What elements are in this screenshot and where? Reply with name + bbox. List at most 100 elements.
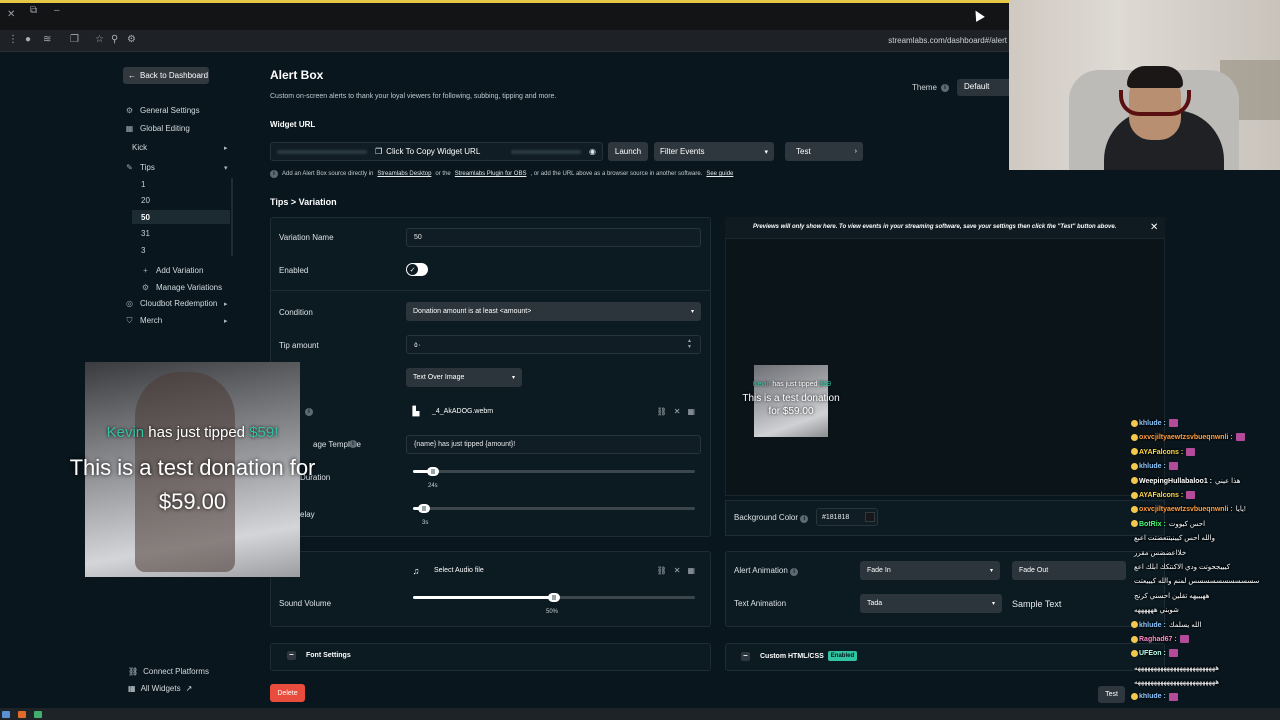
widget-url-field[interactable]: ❐ Click To Copy Widget URL ◉ <box>270 142 603 161</box>
translate-icon[interactable]: ≋ <box>43 34 51 45</box>
info-icon[interactable]: i <box>349 440 357 448</box>
chat-badge-icon <box>1131 448 1138 456</box>
slider-thumb[interactable] <box>427 467 439 476</box>
grid-icon[interactable]: ▦ <box>687 566 695 575</box>
variation-item[interactable]: 20 <box>141 196 150 205</box>
variation-item[interactable]: 31 <box>141 229 150 238</box>
condition-select[interactable]: Donation amount is at least <amount> ▾ <box>406 302 701 321</box>
info-icon[interactable]: i <box>790 568 799 576</box>
sound-volume-label: Sound Volume <box>279 599 332 608</box>
sidebar-item-merch[interactable]: ⛉ Merch <box>125 316 163 326</box>
tip-amount-input[interactable]: ٥٠ ▲ ▼ <box>406 335 701 354</box>
minimize-icon[interactable]: – <box>54 5 60 16</box>
bookmark-star-icon[interactable]: ☆ <box>95 34 104 45</box>
weather-icon[interactable] <box>18 710 26 718</box>
stepper-arrows-icon[interactable]: ▲ ▼ <box>687 338 692 350</box>
chat-emote-icon <box>1168 692 1178 701</box>
all-widgets-link[interactable]: ▦ All Widgets ↗ <box>128 684 192 693</box>
collapse-icon[interactable]: – <box>287 651 296 660</box>
copy-icon[interactable]: ❐ <box>70 34 79 45</box>
fade-out-select[interactable]: Fade Out <box>1012 561 1126 580</box>
test-dropdown-button[interactable]: Test › <box>785 142 863 161</box>
chat-username: WeepingHullabaloo1 : <box>1139 477 1212 485</box>
chevron-right-icon[interactable]: ▸ <box>224 144 228 152</box>
sound-volume-slider[interactable] <box>413 593 695 602</box>
donation-amount: $59! <box>249 424 279 441</box>
fade-in-select[interactable]: Fade In ▾ <box>860 561 1000 580</box>
menu-dots-icon[interactable]: ⋮ <box>8 34 18 45</box>
connect-platforms-label: Connect Platforms <box>143 667 209 676</box>
delete-button[interactable]: Delete <box>270 684 305 702</box>
chat-overlay: khlude : oxvcjiltyaewtzsvbueqnwnli : AYAFa… <box>1128 419 1280 709</box>
info-icon[interactable]: i <box>305 408 313 416</box>
add-variation-button[interactable]: + Add Variation <box>141 266 203 275</box>
manage-variations-button[interactable]: ⚙ Manage Variations <box>141 283 222 292</box>
duration-slider[interactable] <box>413 467 695 476</box>
extensions-icon[interactable]: ⚙ <box>127 34 136 45</box>
text-animation-select[interactable]: Tada ▾ <box>860 594 1002 613</box>
enabled-toggle[interactable]: ✓ <box>406 263 428 276</box>
sidebar-item-kick[interactable]: Kick <box>132 143 147 152</box>
profile-icon[interactable]: ● <box>25 34 31 45</box>
delay-slider[interactable] <box>413 504 695 513</box>
slider-thumb[interactable] <box>418 504 430 513</box>
sidebar-item-general-settings[interactable]: ⚙ General Settings <box>125 106 200 115</box>
info-icon[interactable]: i <box>800 515 809 523</box>
start-icon[interactable] <box>2 710 10 718</box>
grid-icon: ▦ <box>125 124 134 133</box>
copy-widget-url-button[interactable]: ❐ Click To Copy Widget URL <box>375 147 480 156</box>
restore-icon[interactable]: ⧉ <box>30 5 37 16</box>
delay-value: 3s <box>422 520 429 526</box>
address-bar[interactable]: streamlabs.com/dashboard#/alert <box>888 36 1007 45</box>
sidebar-item-global-editing[interactable]: ▦ Global Editing <box>125 124 190 133</box>
app-icon[interactable] <box>34 710 42 718</box>
variations-scroll-rail[interactable] <box>231 178 233 256</box>
image-file-row[interactable]: ▙ _4_AkADOG.webm ⛓ ✕ ▦ <box>406 402 701 421</box>
variation-name-input[interactable]: 50 <box>406 228 701 247</box>
font-settings-header[interactable]: – Font Settings <box>287 651 351 660</box>
chat-badge-icon <box>1131 491 1138 499</box>
grid-icon[interactable]: ▦ <box>687 407 695 416</box>
obs-plugin-link[interactable]: Streamlabs Plugin for OBS <box>455 171 527 177</box>
message-mid: has just tipped <box>144 424 250 441</box>
chevron-right-icon[interactable]: ▸ <box>224 317 228 325</box>
streamlabs-desktop-link[interactable]: Streamlabs Desktop <box>377 171 431 177</box>
close-icon[interactable]: ✕ <box>674 407 681 416</box>
page-title: Alert Box <box>270 68 324 82</box>
test-button[interactable]: Test <box>1098 686 1125 703</box>
webcam-headset <box>1119 90 1191 116</box>
layout-select[interactable]: Text Over Image ▾ <box>406 368 522 387</box>
launch-button[interactable]: Launch <box>608 142 648 161</box>
sidebar-item-tips[interactable]: ✎ Tips <box>125 163 155 172</box>
eye-icon[interactable]: ◉ <box>589 147 596 156</box>
theme-select[interactable]: Default <box>957 79 1009 96</box>
chevron-right-icon[interactable]: ▸ <box>224 300 228 308</box>
collapse-icon[interactable]: – <box>741 651 750 661</box>
link-icon[interactable]: ⛓ <box>657 407 667 416</box>
close-icon[interactable]: ✕ <box>1150 222 1158 233</box>
chevron-down-icon[interactable]: ▾ <box>224 164 228 172</box>
info-icon[interactable]: i <box>940 83 949 92</box>
sidebar-item-label: Cloudbot Redemption <box>140 299 218 308</box>
audio-file-row[interactable]: ♫ Select Audio file ⛓ ✕ ▦ <box>406 561 701 580</box>
close-icon[interactable]: ✕ <box>7 9 15 20</box>
back-to-dashboard-button[interactable]: ← Back to Dashboard <box>123 67 209 84</box>
see-guide-link[interactable]: See guide <box>706 171 733 177</box>
enabled-badge: Enabled <box>827 651 858 661</box>
color-swatch[interactable] <box>865 512 875 522</box>
sidebar-item-cloudbot[interactable]: ◎ Cloudbot Redemption <box>125 299 217 308</box>
chat-badge-icon <box>1131 649 1138 657</box>
variation-item[interactable]: 1 <box>141 180 145 189</box>
close-icon[interactable]: ✕ <box>674 566 681 575</box>
link-icon[interactable]: ⛓ <box>657 566 667 575</box>
key-icon[interactable]: ⚲ <box>111 34 118 45</box>
filter-events-select[interactable]: Filter Events ▾ <box>654 142 774 161</box>
message-template-input[interactable]: {name} has just tipped {amount}! <box>406 435 701 454</box>
custom-html-header[interactable]: – Custom HTML/CSS Enabled <box>741 651 858 661</box>
variation-item-active[interactable]: 50 <box>141 213 150 222</box>
connect-platforms-link[interactable]: ⛓ Connect Platforms <box>128 667 209 676</box>
tip-amount-value: ٥٠ <box>414 342 422 349</box>
chat-text: خلااعضضس مقرر <box>1134 549 1187 557</box>
variation-item[interactable]: 3 <box>141 246 145 255</box>
slider-thumb[interactable] <box>548 593 560 602</box>
